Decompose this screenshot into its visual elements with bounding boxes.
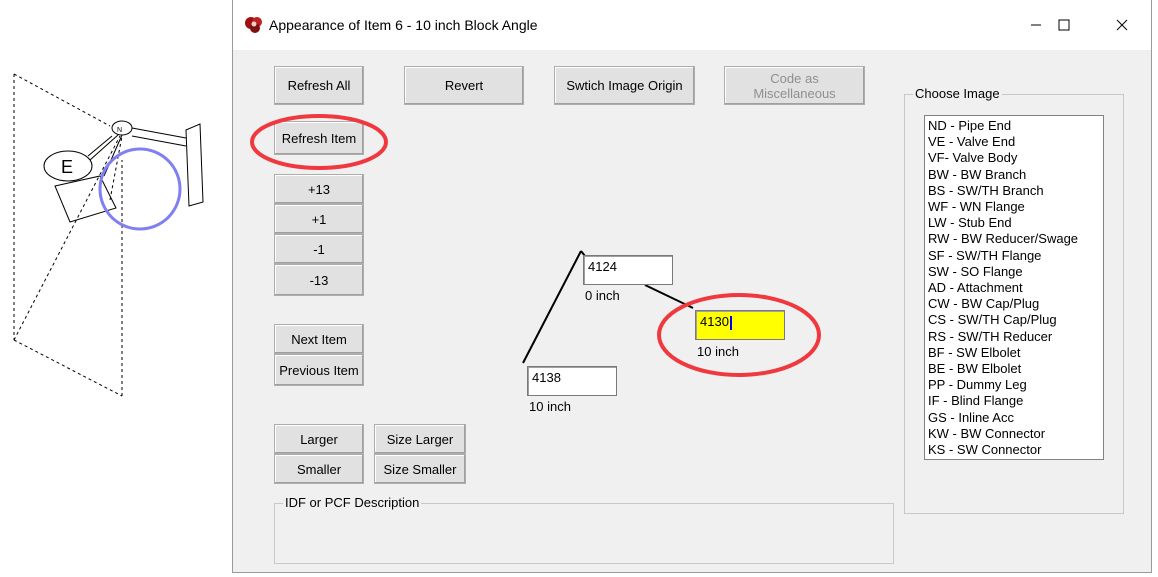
point-right-caption: 10 inch bbox=[697, 344, 739, 359]
point-connector-lines bbox=[250, 114, 821, 377]
close-button[interactable] bbox=[1099, 10, 1145, 40]
point-bottom-caption: 10 inch bbox=[529, 399, 571, 414]
list-item[interactable]: LW - Stub End bbox=[928, 215, 1100, 231]
point-right-value: 4130 bbox=[700, 314, 729, 329]
close-icon bbox=[1116, 19, 1128, 31]
maximize-button[interactable] bbox=[1041, 10, 1087, 40]
red-annotation-circle-refresh bbox=[250, 114, 388, 170]
point-bottom-value-input[interactable]: 4138 bbox=[527, 366, 617, 396]
maximize-icon bbox=[1058, 19, 1070, 31]
choose-image-list[interactable]: ND - Pipe End VE - Valve End VF- Valve Bod… bbox=[924, 115, 1104, 460]
list-item[interactable]: KS - SW Connector bbox=[928, 442, 1100, 458]
blue-annotation-circle bbox=[98, 147, 182, 231]
text-caret bbox=[729, 315, 732, 330]
list-item[interactable]: SW - SO Flange bbox=[928, 264, 1100, 280]
sketch-label: E bbox=[61, 157, 73, 177]
list-item[interactable]: ND - Pipe End bbox=[928, 118, 1100, 134]
point-top-value-input[interactable]: 4124 bbox=[583, 255, 673, 285]
list-item[interactable]: RW - BW Reducer/Swage bbox=[928, 231, 1100, 247]
list-item[interactable]: IF - Blind Flange bbox=[928, 393, 1100, 409]
list-item[interactable]: BF - SW Elbolet bbox=[928, 345, 1100, 361]
list-item[interactable]: BE - BW Elbolet bbox=[928, 361, 1100, 377]
list-item[interactable]: PP - Dummy Leg bbox=[928, 377, 1100, 393]
svg-text:N: N bbox=[117, 127, 122, 134]
isometric-sketch: E N bbox=[13, 73, 204, 397]
list-item[interactable]: RS - SW/TH Reducer bbox=[928, 329, 1100, 345]
list-item[interactable]: VE - Valve End bbox=[928, 134, 1100, 150]
list-item[interactable]: AD - Attachment bbox=[928, 280, 1100, 296]
point-right-value-input[interactable]: 4130 bbox=[695, 310, 785, 340]
description-text-area[interactable] bbox=[279, 512, 889, 560]
list-item[interactable]: CW - BW Cap/Plug bbox=[928, 296, 1100, 312]
list-item[interactable]: GS - Inline Acc bbox=[928, 410, 1100, 426]
list-item[interactable]: SF - SW/TH Flange bbox=[928, 248, 1100, 264]
list-item[interactable]: VF- Valve Body bbox=[928, 150, 1100, 166]
choose-image-legend: Choose Image bbox=[913, 86, 1002, 101]
list-item[interactable]: BW - BW Branch bbox=[928, 167, 1100, 183]
point-top-caption: 0 inch bbox=[585, 288, 620, 303]
list-item[interactable]: WF - WN Flange bbox=[928, 199, 1100, 215]
list-item[interactable]: KW - BW Connector bbox=[928, 426, 1100, 442]
description-legend: IDF or PCF Description bbox=[283, 495, 422, 510]
list-item[interactable]: CS - SW/TH Cap/Plug bbox=[928, 312, 1100, 328]
list-item[interactable]: BS - SW/TH Branch bbox=[928, 183, 1100, 199]
appearance-dialog: Appearance of Item 6 - 10 inch Block Ang… bbox=[232, 0, 1152, 573]
